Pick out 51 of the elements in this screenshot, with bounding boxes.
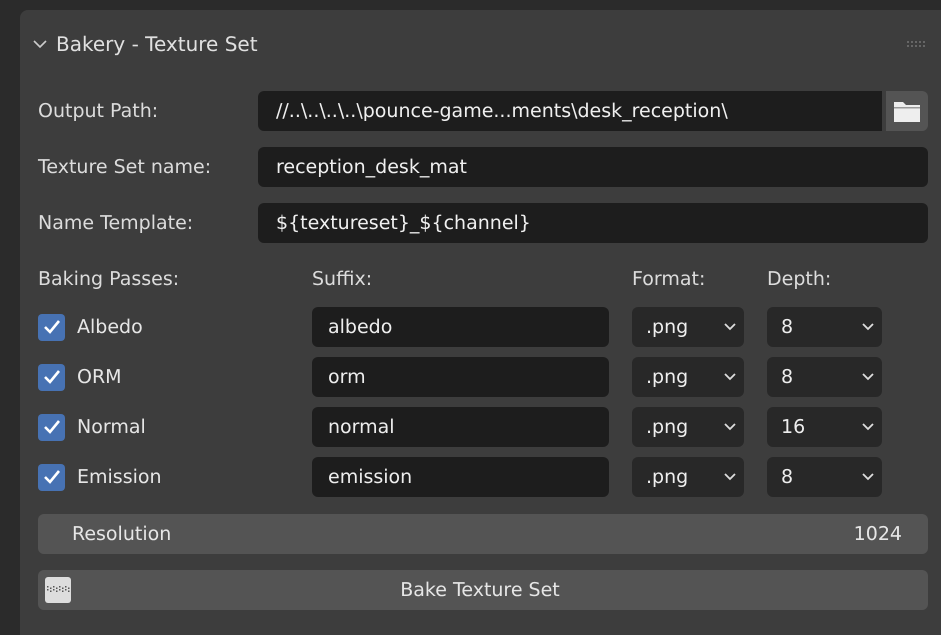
checkbox[interactable] (38, 364, 65, 390)
field-label: Output Path: (38, 100, 160, 122)
suffix-field[interactable]: normal (312, 407, 609, 447)
checkmark-icon (42, 419, 60, 435)
chevron-down-icon (862, 423, 874, 431)
checkbox[interactable] (38, 464, 65, 490)
suffix-field[interactable]: albedo (312, 307, 609, 347)
panel-title[interactable]: Bakery - Texture Set (56, 32, 258, 56)
text-field[interactable]: ${textureset}_${channel} (258, 203, 928, 243)
resolution-label: Resolution (72, 523, 172, 545)
resolution-field[interactable]: Resolution 1024 (38, 514, 928, 554)
checker-icon (44, 576, 72, 604)
text-field[interactable]: reception_desk_mat (258, 147, 928, 187)
depth-dropdown[interactable]: 8 (767, 357, 882, 397)
resolution-value: 1024 (854, 523, 902, 545)
column-heading: Depth: (766, 267, 832, 292)
checkmark-icon (42, 369, 60, 385)
format-dropdown[interactable]: .png (632, 357, 744, 397)
pass-label: ORM (77, 366, 122, 388)
drag-handle-icon[interactable] (906, 39, 928, 49)
checkmark-icon (42, 469, 60, 485)
checkmark-icon (42, 319, 60, 335)
column-heading: Baking Passes: (38, 267, 180, 292)
suffix-field[interactable]: orm (312, 357, 609, 397)
chevron-down-icon (862, 323, 874, 331)
depth-dropdown[interactable]: 8 (767, 307, 882, 347)
field-label: Texture Set name: (38, 156, 212, 178)
format-dropdown[interactable]: .png (632, 407, 744, 447)
depth-dropdown[interactable]: 16 (767, 407, 882, 447)
chevron-down-icon (862, 373, 874, 381)
column-heading: Suffix: (312, 267, 374, 292)
column-heading: Format: (631, 267, 706, 292)
checkbox[interactable] (38, 414, 65, 440)
chevron-down-icon (862, 473, 874, 481)
pass-label: Albedo (77, 316, 143, 338)
format-dropdown[interactable]: .png (632, 307, 744, 347)
chevron-down-icon (724, 473, 736, 481)
path-field[interactable]: //..\..\..\..\pounce-game...ments\desk_reception\ (258, 91, 882, 131)
format-dropdown[interactable]: .png (632, 457, 744, 497)
chevron-down-icon (724, 373, 736, 381)
depth-dropdown[interactable]: 8 (767, 457, 882, 497)
folder-icon (893, 99, 921, 123)
chevron-down-icon (724, 323, 736, 331)
field-label: Name Template: (38, 212, 194, 234)
suffix-field[interactable]: emission (312, 457, 609, 497)
folder-button[interactable] (886, 91, 928, 131)
bake-button[interactable]: Bake Texture Set (38, 570, 928, 610)
chevron-down-icon (724, 423, 736, 431)
pass-label: Normal (77, 416, 146, 438)
checkbox[interactable] (38, 314, 65, 340)
pass-label: Emission (77, 466, 162, 488)
